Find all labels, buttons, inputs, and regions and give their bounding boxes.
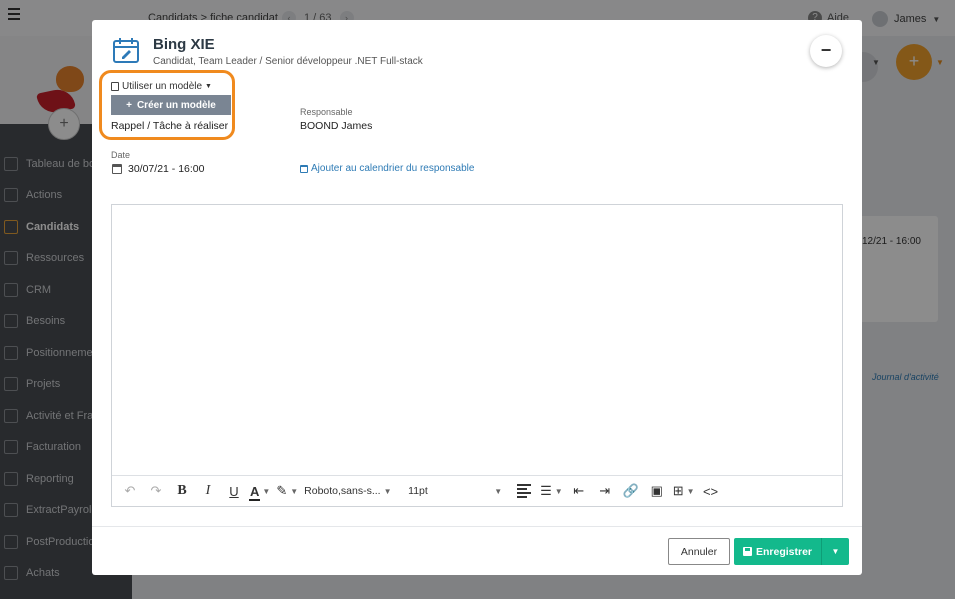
modal-title: Bing XIE <box>153 36 215 53</box>
chevron-down-icon: ▼ <box>262 486 271 496</box>
chevron-down-icon: ▼ <box>494 486 503 496</box>
rich-text-editor: ↶ ↷ B I U A ▼ ✎ ▼ Roboto,sans-s... ▼ 11pt ▼ … <box>111 204 843 507</box>
save-label: Enregistrer <box>755 545 813 558</box>
date-value: 30/07/21 - 16:00 <box>128 163 205 175</box>
save-options-dropdown[interactable]: ▼ <box>821 538 849 565</box>
responsible-select[interactable]: BOOND James <box>300 120 372 132</box>
create-template-label: Créer un modèle <box>136 99 216 111</box>
chevron-down-icon: ▼ <box>383 486 392 496</box>
bullet-list-icon[interactable]: ☰ ▼ <box>540 480 563 502</box>
chevron-down-icon: ▼ <box>686 486 695 496</box>
highlighter-icon: ✎ <box>276 483 288 498</box>
outdent-icon[interactable]: ⇤ <box>569 480 589 502</box>
add-to-calendar-label: Ajouter au calendrier du responsable <box>311 163 475 174</box>
bold-icon[interactable]: B <box>172 480 192 502</box>
highlight-color-button[interactable]: ✎ ▼ <box>276 480 298 502</box>
link-icon[interactable]: 🔗 <box>621 480 641 502</box>
cancel-button[interactable]: Annuler <box>668 538 730 565</box>
underline-icon[interactable]: U <box>224 480 244 502</box>
action-modal: Bing XIE Candidat, Team Leader / Senior … <box>92 20 862 575</box>
font-size-select[interactable]: 11pt ▼ <box>408 485 502 497</box>
font-size-value: 11pt <box>408 485 428 497</box>
editor-toolbar: ↶ ↷ B I U A ▼ ✎ ▼ Roboto,sans-s... ▼ 11pt ▼ … <box>112 475 842 506</box>
chevron-down-icon: ▼ <box>290 486 299 496</box>
copy-icon <box>111 82 119 91</box>
editor-content-area[interactable] <box>112 205 842 475</box>
plus-icon: + <box>126 99 132 111</box>
text-color-icon: A <box>248 483 261 501</box>
caret-down-icon: ▼ <box>831 547 840 556</box>
template-menu-trigger[interactable]: Utiliser un modèle ▼ <box>111 81 212 92</box>
minimize-button[interactable]: − <box>810 35 842 67</box>
text-color-button[interactable]: A ▼ <box>248 480 271 502</box>
table-icon[interactable]: ⊞ ▼ <box>673 480 695 502</box>
image-icon[interactable]: ▣ <box>647 480 667 502</box>
responsible-label: Responsable <box>300 107 353 117</box>
caret-down-icon: ▼ <box>205 83 212 90</box>
template-menu-label: Utiliser un modèle <box>122 81 203 92</box>
align-left-icon[interactable] <box>514 480 534 502</box>
font-family-select[interactable]: Roboto,sans-s... ▼ <box>304 485 396 497</box>
save-button[interactable]: Enregistrer <box>734 538 821 565</box>
add-to-calendar-link[interactable]: Ajouter au calendrier du responsable <box>300 163 474 174</box>
source-code-icon[interactable]: <> <box>701 480 721 502</box>
save-disk-icon <box>742 547 752 556</box>
redo-icon[interactable]: ↷ <box>146 480 166 502</box>
calendar-edit-icon <box>113 38 139 63</box>
date-label: Date <box>111 150 131 160</box>
font-family-value: Roboto,sans-s... <box>304 485 381 497</box>
indent-icon[interactable]: ⇥ <box>595 480 615 502</box>
footer-divider <box>92 526 862 527</box>
calendar-icon <box>300 164 308 173</box>
chevron-down-icon: ▼ <box>554 486 563 496</box>
undo-icon[interactable]: ↶ <box>120 480 140 502</box>
create-template-menu-item[interactable]: + Créer un modèle <box>111 95 231 115</box>
italic-icon[interactable]: I <box>198 480 218 502</box>
modal-subtitle: Candidat, Team Leader / Senior développe… <box>153 56 423 67</box>
action-type-select[interactable]: Rappel / Tâche à réaliser <box>111 120 231 132</box>
date-field[interactable]: 30/07/21 - 16:00 <box>112 163 204 175</box>
calendar-icon <box>112 164 122 174</box>
